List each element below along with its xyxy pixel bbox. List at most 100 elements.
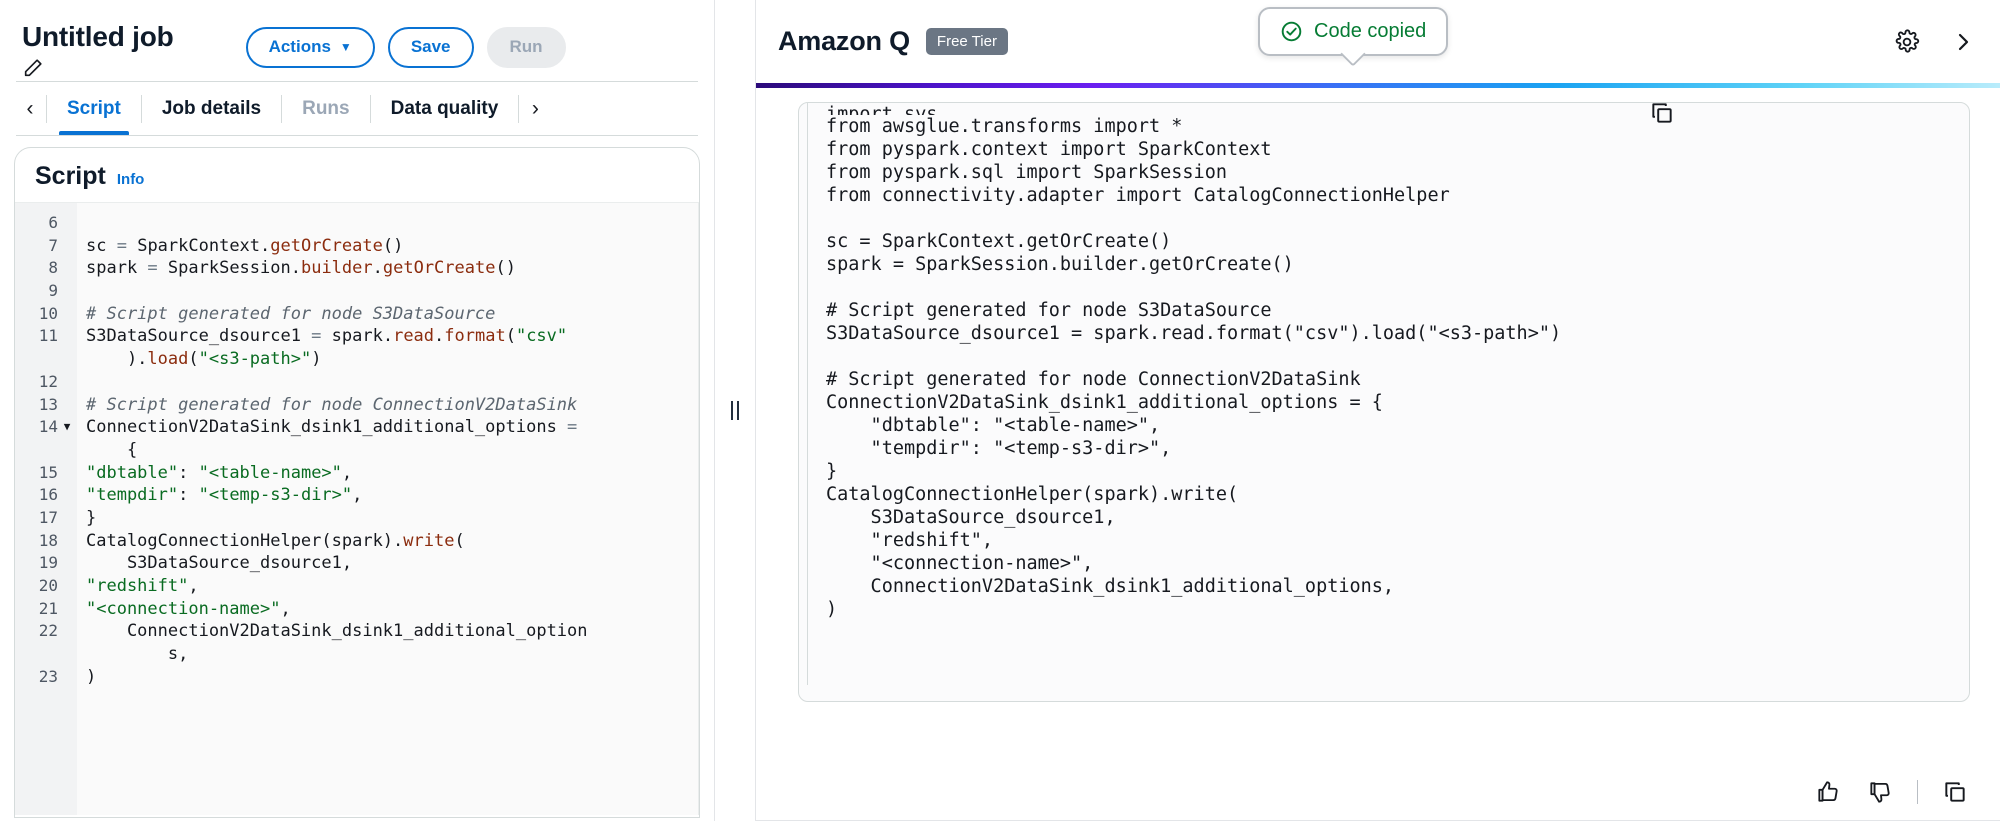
q-code-block[interactable]: import sys from awsglue.transforms import… xyxy=(798,102,1970,702)
save-button[interactable]: Save xyxy=(387,27,474,68)
script-pane: Untitled job Actions ▼ Save Run ‹ Script… xyxy=(0,0,714,821)
toast-label: Code copied xyxy=(1314,20,1427,42)
editor-code-area[interactable]: sc = SparkContext. getOrCreate() spark = S… xyxy=(77,203,699,815)
run-button: Run xyxy=(486,27,566,68)
tabs-scroll-left-icon[interactable]: ‹ xyxy=(14,82,46,136)
q-code-line: CatalogConnectionHelper(spark).write( xyxy=(826,484,1239,505)
code-copied-toast: Code copied xyxy=(1258,7,1449,56)
code-editor[interactable]: 6 7 8 9 10 11 12 13 14 ▼ 15 16 17 18 19 20 21 22 23 sc = S… xyxy=(15,202,699,815)
editor-line-number: 12 xyxy=(38,371,58,391)
editor-line-number: 23 xyxy=(38,666,58,686)
job-header: Untitled job Actions ▼ Save Run xyxy=(0,0,714,82)
amazon-q-header-actions xyxy=(1892,27,2000,57)
amazon-q-title: Amazon Q xyxy=(778,26,910,56)
pencil-icon[interactable] xyxy=(22,57,44,79)
q-response-actions xyxy=(1813,777,1970,807)
q-code-line: "<connection-name>", xyxy=(826,553,1094,574)
editor-code-line: { xyxy=(86,439,138,460)
actions-button[interactable]: Actions ▼ xyxy=(245,27,375,68)
q-code-line: } xyxy=(826,461,838,482)
tabs-scroll-right-icon[interactable]: › xyxy=(519,82,551,136)
q-code-text: import sys from awsglue.transforms import… xyxy=(807,103,1969,685)
script-heading: Script xyxy=(35,162,106,190)
editor-code-line xyxy=(86,280,699,303)
actions-button-label: Actions xyxy=(268,37,331,56)
page-title: Untitled job xyxy=(22,21,174,52)
editor-line-number: 20 xyxy=(38,576,58,595)
tab-data-quality[interactable]: Data quality xyxy=(371,82,519,136)
editor-line-number: 19 xyxy=(38,553,58,573)
q-code-line: sc = SparkContext.getOrCreate() xyxy=(826,231,1172,252)
editor-code-line: } xyxy=(86,507,97,528)
glue-studio-window: Untitled job Actions ▼ Save Run ‹ Script… xyxy=(0,0,2000,821)
q-code-line: from pyspark.sql import SparkSession xyxy=(826,162,1227,183)
q-code-line: S3DataSource_dsource1 = spark.read.forma… xyxy=(826,323,1562,344)
thumbs-down-icon[interactable] xyxy=(1865,777,1895,807)
editor-line-number: 22 xyxy=(38,621,58,641)
editor-line-number: 10 xyxy=(38,303,58,323)
tab-runs: Runs xyxy=(302,98,350,119)
editor-code-line: "redshift", xyxy=(86,576,199,596)
job-title-block: Untitled job xyxy=(22,22,174,79)
thumbs-up-icon[interactable] xyxy=(1813,777,1843,807)
q-code-line: ConnectionV2DataSink_dsink1_additional_o… xyxy=(826,576,1395,597)
pane-resize-handle[interactable] xyxy=(714,0,756,821)
q-code-line: from connectivity.adapter import Catalog… xyxy=(826,185,1450,206)
editor-code-line: "dbtable": "<table-name>", xyxy=(86,462,353,483)
editor-code-line: S3DataSource_dsource1 = spark. read. forma… xyxy=(86,326,568,347)
script-card: Script Info 6 7 8 9 10 11 12 13 14 ▼ 15 16 17 18 19 20 2… xyxy=(14,147,700,818)
editor-code-line: ConnectionV2DataSink_dsink1_additional_o… xyxy=(86,417,578,438)
editor-line-number: 18 xyxy=(38,530,58,550)
check-circle-icon xyxy=(1280,20,1303,43)
editor-code-line: spark = SparkSession. builder. getOrCreate… xyxy=(86,258,516,279)
q-code-line: spark = SparkSession.builder.getOrCreate… xyxy=(826,254,1294,275)
tab-bar-underline xyxy=(16,135,698,136)
header-actions: Actions ▼ Save Run xyxy=(245,27,566,68)
tab-job-details[interactable]: Job details xyxy=(142,82,281,136)
editor-line-number: 8 xyxy=(48,258,58,278)
editor-code-line xyxy=(86,212,699,235)
resize-grip-icon xyxy=(731,401,739,420)
amazon-q-pane: Amazon Q Free Tier Code copied import sy… xyxy=(756,0,2000,821)
copy-icon[interactable] xyxy=(1940,777,1970,807)
editor-code-line xyxy=(86,371,699,394)
amazon-q-body: import sys from awsglue.transforms import… xyxy=(756,88,2000,821)
editor-code-line: ). load("<s3-path>") xyxy=(86,349,322,370)
editor-code-line: # Script generated for node S3DataSource xyxy=(86,303,496,324)
editor-code-line: sc = SparkContext. getOrCreate() xyxy=(86,235,404,256)
q-code-line xyxy=(826,207,1969,230)
editor-code-line: ) xyxy=(86,666,97,687)
editor-line-number: 17 xyxy=(38,507,58,527)
editor-code-line: # Script generated for node ConnectionV2… xyxy=(86,394,578,415)
editor-line-number: 14 ▼ xyxy=(38,417,71,437)
q-code-line: from pyspark.context import SparkContext xyxy=(826,139,1272,160)
editor-code-line: ConnectionV2DataSink_dsink1_additional_o… xyxy=(86,621,588,642)
chevron-down-icon: ▼ xyxy=(339,40,352,55)
q-code-line: "dbtable": "<table-name>", xyxy=(826,415,1161,436)
gear-icon[interactable] xyxy=(1892,27,1922,57)
q-code-line: ) xyxy=(826,599,838,620)
tab-script[interactable]: Script xyxy=(47,82,141,136)
q-code-line: "tempdir": "<temp-s3-dir>", xyxy=(826,438,1172,459)
q-code-line: import sys xyxy=(826,104,938,115)
editor-line-number: 21 xyxy=(38,598,58,618)
q-code-copy-icon[interactable] xyxy=(1649,100,1675,126)
chevron-right-icon[interactable] xyxy=(1948,27,1978,57)
editor-line-number: 15 xyxy=(38,462,58,482)
editor-line-number: 13 xyxy=(38,394,58,414)
editor-line-number: 6 xyxy=(48,213,58,232)
tab-bar: ‹ Script Job details Runs Data quality › xyxy=(0,82,714,136)
script-info-link[interactable]: Info xyxy=(117,171,145,188)
q-code-line xyxy=(826,276,1969,299)
editor-code-line: "<connection-name>", xyxy=(86,598,291,619)
q-code-line: ConnectionV2DataSink_dsink1_additional_o… xyxy=(826,392,1383,413)
q-code-line: from awsglue.transforms import * xyxy=(826,116,1183,137)
editor-line-number: 11 xyxy=(38,326,58,346)
script-card-header: Script Info xyxy=(15,148,699,202)
editor-line-number-gutter: 6 7 8 9 10 11 12 13 14 ▼ 15 16 17 18 19 20 21 22 23 xyxy=(15,203,77,815)
q-code-line: # Script generated for node ConnectionV2… xyxy=(826,369,1361,390)
editor-code-line: s, xyxy=(86,644,189,665)
q-code-line: S3DataSource_dsource1, xyxy=(826,507,1116,528)
editor-line-number: 9 xyxy=(48,281,58,301)
editor-code-line: S3DataSource_dsource1, xyxy=(86,553,353,574)
